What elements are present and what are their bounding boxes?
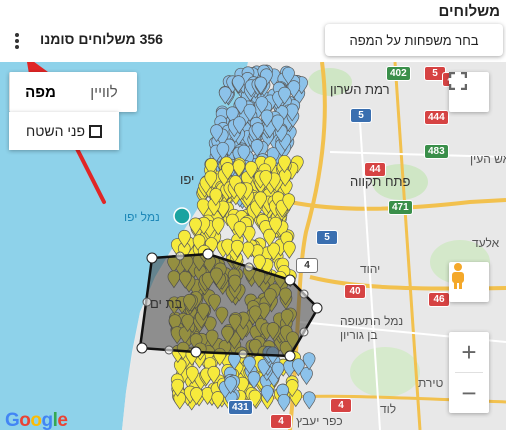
road-shield: 5 bbox=[316, 230, 338, 245]
zoom-control: + − bbox=[449, 332, 489, 413]
google-logo-letter: G bbox=[5, 410, 20, 430]
map-type-control: מפה לוויין bbox=[9, 72, 137, 112]
label-ramat-hasharon: רמת השרון bbox=[330, 82, 390, 97]
fullscreen-icon bbox=[449, 72, 467, 90]
google-logo-letter: g bbox=[41, 410, 54, 430]
road-shield: 402 bbox=[386, 66, 411, 81]
label-yafo: יפו bbox=[180, 172, 195, 187]
page-title: משלוחים bbox=[438, 3, 500, 20]
more-vert-icon[interactable] bbox=[10, 30, 24, 52]
label-jaffa-port: נמל יפו bbox=[124, 210, 160, 224]
park bbox=[350, 347, 420, 397]
selected-count: 356 משלוחים סומנו bbox=[40, 31, 163, 47]
select-families-button[interactable]: בחר משפחות על המפה bbox=[325, 24, 503, 56]
pegman-icon bbox=[452, 263, 464, 289]
fullscreen-button[interactable] bbox=[449, 72, 489, 112]
google-logo-letter: o bbox=[19, 410, 31, 430]
label-kfar-yaavets: כפר יעבץ bbox=[296, 414, 343, 428]
label-bat-yam: בת ים bbox=[150, 296, 183, 311]
label-tirat: טירת bbox=[418, 376, 444, 390]
label-lod: לוד bbox=[380, 402, 397, 416]
google-logo-letter: e bbox=[57, 410, 68, 430]
deliveries-page: משלוחים בחר משפחות על המפה 356 משלוחים ס… bbox=[0, 0, 506, 430]
google-logo-letter: o bbox=[30, 410, 42, 430]
road-shield: 46 bbox=[428, 292, 450, 307]
label-rosh-haayin: ראש העין bbox=[470, 152, 506, 166]
road-shield: 444 bbox=[424, 110, 449, 125]
road-shield: 40 bbox=[344, 284, 366, 299]
road-shield: 5 bbox=[350, 108, 372, 123]
road-shield: 431 bbox=[228, 400, 253, 415]
street-view-button[interactable] bbox=[449, 262, 489, 302]
jaffa-port-icon bbox=[173, 207, 191, 225]
label-ben-gurion: בן גוריון bbox=[340, 328, 378, 342]
map[interactable]: רמת השרון פתח תקווה יפו נמל יפו בת ים נמ… bbox=[0, 62, 506, 430]
google-logo: Google bbox=[5, 410, 68, 430]
road-shield: 4 bbox=[296, 258, 318, 273]
road-shield: 483 bbox=[424, 144, 449, 159]
road-shield: 4 bbox=[330, 398, 352, 413]
label-elad: אלעד bbox=[472, 236, 500, 250]
zoom-in-button[interactable]: + bbox=[449, 332, 489, 372]
label-airport: נמל התעופה bbox=[340, 314, 404, 328]
terrain-checkbox[interactable]: פני השטח bbox=[9, 112, 119, 150]
terrain-label: פני השטח bbox=[26, 123, 85, 139]
zoom-out-button[interactable]: − bbox=[449, 373, 489, 413]
map-type-satellite-button[interactable]: לוויין bbox=[71, 72, 137, 112]
road-shield: 44 bbox=[364, 162, 386, 177]
label-yehud: יהוד bbox=[360, 262, 381, 276]
road-shield: 471 bbox=[388, 200, 413, 215]
checkbox-icon[interactable] bbox=[88, 124, 102, 138]
map-type-map-button[interactable]: מפה bbox=[9, 72, 71, 112]
road-shield: 4 bbox=[270, 414, 292, 429]
